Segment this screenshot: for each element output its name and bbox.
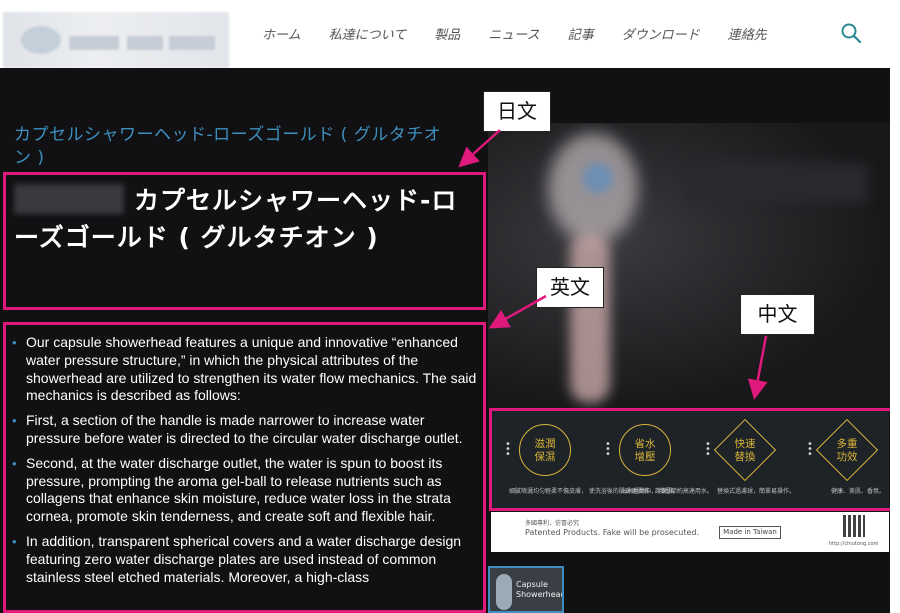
logo-text-block: [169, 36, 215, 50]
nav-item-contact[interactable]: 連絡先: [728, 24, 767, 43]
product-photo: [488, 123, 890, 409]
patent-strip: 多國專利．仿冒必究 Patented Products. Fake will b…: [491, 512, 889, 552]
photo-background-shelf: [688, 163, 868, 203]
page-right-margin: [890, 0, 900, 613]
logo-text-block: [69, 36, 119, 50]
annotation-label-japanese: 日文: [483, 91, 551, 132]
nav-item-download[interactable]: ダウンロード: [622, 24, 700, 43]
nav-item-about[interactable]: 私達について: [329, 24, 407, 43]
japanese-highlight-box: [3, 172, 486, 310]
showerhead-thumb-icon: [496, 574, 512, 610]
annotation-label-chinese: 中文: [740, 294, 815, 335]
main-nav: ホーム 私達について 製品 ニュース 記事 ダウンロード 連絡先: [262, 24, 795, 43]
logo-mark: [21, 26, 61, 54]
site-url: http://chiutong.com: [829, 541, 879, 547]
logo-text-block: [127, 36, 163, 50]
showerhead-handle: [570, 233, 610, 403]
nav-item-news[interactable]: ニュース: [488, 24, 539, 43]
nav-item-home[interactable]: ホーム: [262, 24, 301, 43]
thumbnail-caption: Capsule Showerhead: [516, 580, 564, 599]
patent-note-en: Patented Products. Fake will be prosecut…: [525, 528, 700, 537]
page: ホーム 私達について 製品 ニュース 記事 ダウンロード 連絡先 カプセルシャワ…: [0, 0, 900, 613]
site-header: ホーム 私達について 製品 ニュース 記事 ダウンロード 連絡先: [0, 0, 900, 68]
showerhead-capsule: [583, 163, 613, 193]
annotation-label-english: 英文: [536, 267, 604, 308]
search-icon[interactable]: [840, 22, 862, 44]
nav-item-products[interactable]: 製品: [434, 24, 460, 43]
chinese-highlight-box: [489, 408, 895, 511]
english-highlight-box: [3, 322, 486, 613]
made-in-taiwan-badge: Made in Taiwan: [719, 526, 781, 539]
patent-note-zh: 多國專利．仿冒必究: [525, 520, 580, 527]
category-link[interactable]: カプセルシャワーヘッド-ローズゴールド ( グルタチオン ): [14, 124, 454, 170]
qr-code-icon: [843, 515, 865, 537]
nav-item-articles[interactable]: 記事: [568, 24, 594, 43]
gallery-thumbnail[interactable]: Capsule Showerhead: [488, 566, 564, 613]
site-logo[interactable]: [3, 12, 229, 68]
